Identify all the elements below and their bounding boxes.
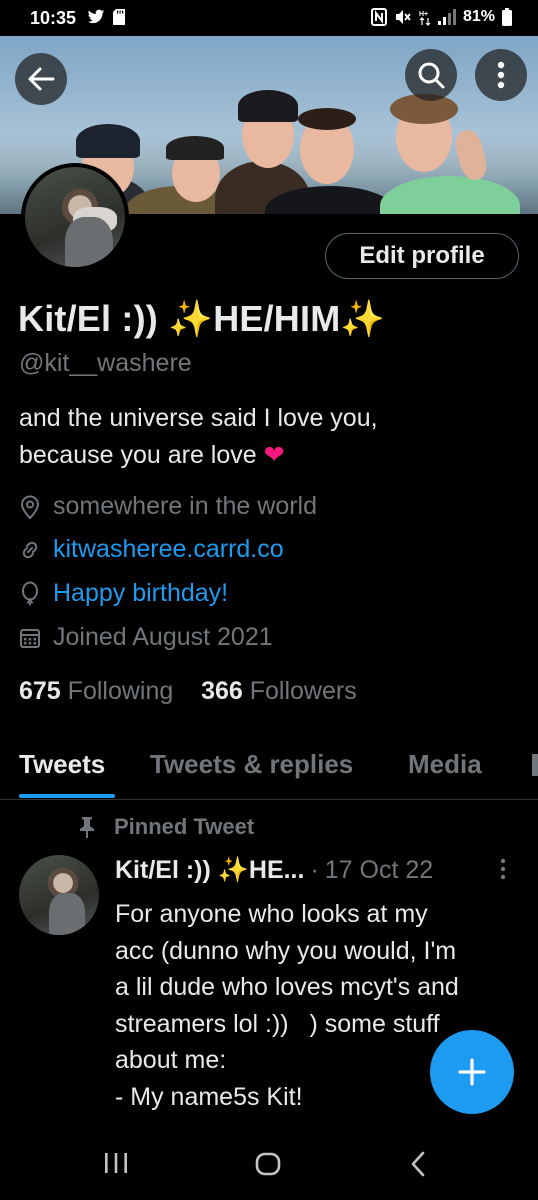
following-label: Following (67, 677, 174, 705)
status-time: 10:35 (30, 8, 77, 28)
followers-link[interactable]: 366 Followers (201, 677, 357, 705)
link-icon (22, 541, 38, 558)
tweet-separator: · (310, 856, 319, 884)
joined-text: Joined August 2021 (53, 623, 273, 651)
home-button[interactable] (254, 1150, 282, 1183)
profile-website[interactable]: kitwasheree.carrd.co (19, 535, 284, 564)
compose-tweet-button[interactable] (430, 1030, 514, 1114)
location-text: somewhere in the world (53, 492, 318, 520)
follow-stats: 675 Following 366 Followers (19, 677, 357, 706)
profile-tabs: Tweets Tweets & replies Media (0, 740, 538, 800)
battery-icon (502, 8, 512, 26)
mute-icon (395, 10, 411, 24)
tab-tweets-replies[interactable]: Tweets & replies (150, 749, 353, 780)
svg-text:H+: H+ (419, 11, 428, 18)
user-handle: @kit__washere (19, 349, 192, 377)
birthday-text: Happy birthday! (53, 579, 229, 607)
status-bar: 10:35 H+ 81% (0, 0, 538, 36)
following-count: 675 (19, 677, 61, 705)
active-tab-indicator (19, 794, 115, 798)
twitter-icon (87, 9, 105, 24)
website-link[interactable]: kitwasheree.carrd.co (53, 535, 284, 564)
search-button[interactable] (405, 49, 457, 101)
tweet-author-avatar[interactable] (19, 855, 99, 935)
calendar-icon (20, 628, 40, 648)
plus-icon (458, 1058, 486, 1086)
more-options-button[interactable] (475, 49, 527, 101)
data-icon: H+ (419, 11, 431, 26)
pin-icon (80, 817, 94, 838)
tweet-date[interactable]: 17 Oct 22 (325, 856, 433, 885)
chevron-left-icon (411, 1151, 425, 1177)
profile-location: somewhere in the world (19, 492, 317, 521)
back-nav-button[interactable] (408, 1150, 428, 1183)
profile-bio: and the universe said I love you, becaus… (19, 400, 519, 474)
profile-joined: Joined August 2021 (19, 623, 273, 652)
signal-icon (437, 9, 456, 25)
more-vertical-icon (500, 858, 506, 880)
recent-apps-icon (105, 1153, 127, 1173)
battery-percent: 81% (462, 8, 495, 25)
home-icon (255, 1152, 281, 1176)
bio-line-1: and the universe said I love you, (19, 404, 378, 432)
system-navigation-bar (0, 1130, 538, 1200)
profile-avatar[interactable] (21, 163, 129, 271)
balloon-icon (22, 581, 38, 605)
followers-count: 366 (201, 677, 243, 705)
back-arrow-icon (28, 67, 55, 91)
followers-label: Followers (249, 677, 357, 705)
pinned-tweet-label: Pinned Tweet (78, 814, 254, 840)
bio-line-2: because you are love (19, 441, 264, 469)
recent-apps-button[interactable] (103, 1150, 129, 1181)
profile-birthday: Happy birthday! (19, 579, 228, 608)
search-icon (418, 62, 445, 89)
back-button[interactable] (15, 53, 67, 105)
tab-likes-partial[interactable] (532, 754, 538, 776)
heart-emoji: ❤ (263, 441, 285, 469)
tweet-author-name[interactable]: Kit/El :)) ✨HE... (115, 856, 304, 885)
display-name: Kit/El :)) ✨HE/HIM✨ (18, 298, 386, 339)
following-link[interactable]: 675 Following (19, 677, 173, 705)
tweet-more-button[interactable] (500, 858, 506, 885)
tab-media[interactable]: Media (408, 749, 482, 780)
tweet-header: Kit/El :)) ✨HE... · 17 Oct 22 (115, 856, 433, 885)
tab-tweets[interactable]: Tweets (19, 749, 105, 780)
sd-card-icon (113, 9, 125, 25)
edit-profile-button[interactable]: Edit profile (325, 233, 519, 279)
more-vertical-icon (497, 61, 505, 89)
location-pin-icon (20, 495, 40, 519)
nfc-icon (370, 8, 387, 26)
